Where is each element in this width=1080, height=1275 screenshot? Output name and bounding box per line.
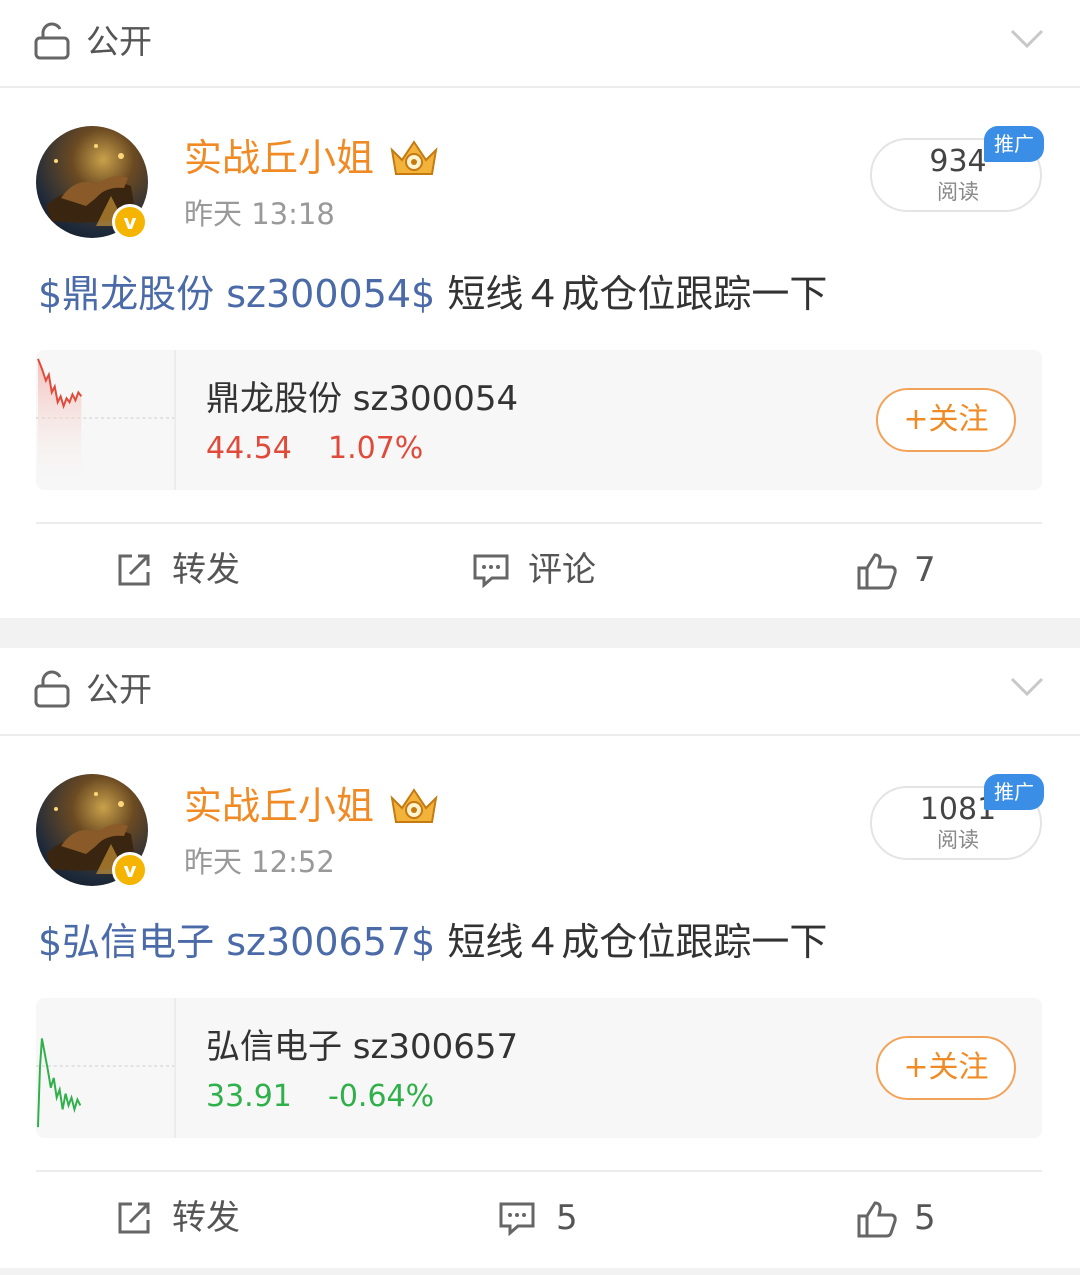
stock-name: 鼎龙股份 sz300054 [206,379,519,419]
repost-label: 转发 [172,1198,240,1238]
feed-post: 公开 v 实战丘小姐 昨天 12:52 1081 阅读 推广 $弘信电子 sz3… [0,648,1080,1268]
repost-button[interactable]: 转发 [116,546,256,594]
post-text: $鼎龙股份 sz300054$ 短线４成仓位跟踪一下 [38,266,827,322]
stock-price: 33.91 [206,1079,292,1114]
comment-count: 5 [556,1198,578,1238]
visibility-bar[interactable]: 公开 [0,648,1080,736]
verified-v-icon: v [112,204,148,240]
read-count-label: 阅读 [937,180,979,204]
thumbs-up-icon [857,553,897,590]
lock-open-icon [34,22,70,60]
post-body: 短线４成仓位跟踪一下 [435,920,828,964]
username[interactable]: 实战丘小姐 [184,132,374,184]
stock-sparkline [36,998,176,1138]
like-count: 5 [914,1198,936,1238]
follow-button[interactable]: +关注 [876,388,1016,452]
stock-price: 44.54 [206,431,292,466]
stock-tag-link[interactable]: $弘信电子 sz300657$ [38,920,435,964]
promo-badge: 推广 [984,774,1044,810]
comment-icon [473,554,509,588]
post-timestamp: 昨天 13:18 [184,197,335,231]
like-button[interactable]: 5 [856,1194,956,1242]
stock-card[interactable]: 弘信电子 sz300657 33.91 -0.64% +关注 [36,998,1042,1138]
vip-crown-icon [390,788,438,823]
divider [36,522,1042,524]
stock-sparkline [36,350,176,490]
divider [36,1170,1042,1172]
share-icon [118,554,150,586]
comment-icon [499,1202,535,1236]
stock-card[interactable]: 鼎龙股份 sz300054 44.54 1.07% +关注 [36,350,1042,490]
comment-button[interactable]: 评论 [472,546,612,594]
stock-change: -0.64% [328,1079,435,1114]
visibility-label: 公开 [86,670,152,709]
post-text: $弘信电子 sz300657$ 短线４成仓位跟踪一下 [38,914,827,970]
stock-change: 1.07% [328,431,424,466]
username[interactable]: 实战丘小姐 [184,780,374,832]
promo-badge: 推广 [984,126,1044,162]
verified-v-icon: v [112,852,148,888]
chevron-down-icon[interactable] [1010,676,1044,698]
lock-open-icon [34,670,70,708]
follow-button[interactable]: +关注 [876,1036,1016,1100]
repost-button[interactable]: 转发 [116,1194,256,1242]
stock-name: 弘信电子 sz300657 [206,1027,519,1067]
post-body: 短线４成仓位跟踪一下 [435,272,828,316]
share-icon [118,1202,150,1234]
feed-post: 公开 v 实战丘小姐 昨天 13:18 934 阅读 推广 $鼎龙股份 sz30… [0,0,1080,618]
thumbs-up-icon [857,1201,897,1238]
like-button[interactable]: 7 [856,546,956,594]
visibility-bar[interactable]: 公开 [0,0,1080,88]
stock-tag-link[interactable]: $鼎龙股份 sz300054$ [38,272,435,316]
visibility-label: 公开 [86,22,152,61]
repost-label: 转发 [172,550,240,590]
post-timestamp: 昨天 12:52 [184,845,335,879]
vip-crown-icon [390,140,438,175]
chevron-down-icon[interactable] [1010,28,1044,50]
like-count: 7 [914,550,936,590]
comment-label: 评论 [528,550,596,590]
comment-button[interactable]: 5 [498,1194,598,1242]
read-count-label: 阅读 [937,828,979,852]
